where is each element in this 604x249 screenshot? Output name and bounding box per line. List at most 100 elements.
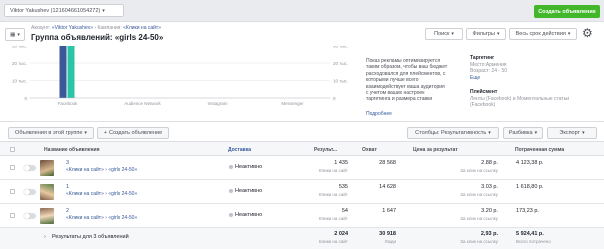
x-tick-label: Messenger <box>281 101 304 106</box>
ad-parent-path[interactable]: «Клики на сайт» › «girls 24-50» <box>66 215 137 221</box>
header-results[interactable]: Результ... <box>314 147 337 153</box>
description-line: таким образом, чтобы ваш бюджет <box>366 64 448 71</box>
row-results-sub: Клики на сайт <box>318 216 348 221</box>
row-toggle[interactable] <box>24 213 36 219</box>
ad-name[interactable]: 1 <box>66 184 69 190</box>
summary-label: Результаты для 3 объявлений <box>52 234 129 240</box>
breadcrumb-account-prefix: Аккаунт: <box>31 25 51 31</box>
chevron-down-icon: ▾ <box>488 130 491 136</box>
export-dropdown[interactable]: Экспорт ▾ <box>547 127 597 139</box>
row-delivery: Неактивно <box>229 188 262 194</box>
row-results: 1 435 <box>334 160 348 166</box>
row-cost: 3.20 р. <box>481 208 498 214</box>
y-tick-label: 0 <box>24 96 27 101</box>
row-spent: 173,23 р. <box>516 208 539 214</box>
y-tick-label: 20 тыс. <box>12 61 27 66</box>
row-toggle[interactable] <box>24 165 36 171</box>
status-dot <box>229 188 233 193</box>
row-campaign: «Клики на сайт» <box>66 167 104 173</box>
create-ad-table-button[interactable]: + Создать объявление <box>97 127 169 139</box>
breadcrumb-campaign-prefix: Кампания: <box>97 25 122 31</box>
ad-thumbnail <box>40 184 54 200</box>
row-checkbox[interactable] <box>10 213 15 218</box>
bar <box>67 46 75 98</box>
chevron-down-icon: ▾ <box>451 31 454 37</box>
header-delivery[interactable]: Доставка <box>228 147 251 153</box>
row-checkbox[interactable] <box>10 189 15 194</box>
row-cost-sub: За клик на ссылку <box>460 168 498 173</box>
search-button-label: Поиск <box>434 31 450 37</box>
account-selector[interactable]: Viktor Yakushev (121604661054272) ▾ <box>4 4 124 17</box>
chevron-down-icon: ▾ <box>567 31 571 37</box>
chevron-down-icon: ▾ <box>84 130 87 136</box>
y-tick-label: 10 тыс. <box>12 78 27 83</box>
header-spent[interactable]: Потраченная сумма <box>515 147 564 153</box>
placement-chart: 30 тыс. 30 тыс. 20 тыс. 20 тыс. 10 тыс. 10 ты… <box>0 46 360 122</box>
placements-line: (Facebook) <box>470 102 496 108</box>
export-label: Экспорт <box>559 130 581 136</box>
ad-name[interactable]: 2 <box>66 208 69 214</box>
summary-results: 2 024 <box>334 231 348 237</box>
plus-icon: + <box>103 130 108 136</box>
expand-chevron-icon[interactable]: › <box>44 234 46 240</box>
summary-cost: 2,93 р. <box>480 231 498 237</box>
chevron-down-icon: ▾ <box>534 130 538 136</box>
date-range-label: Весь срок действия <box>515 31 566 37</box>
row-spent: 4 123,38 р. <box>516 160 544 166</box>
row-results: 535 <box>338 184 348 190</box>
status-dot <box>229 164 233 169</box>
row-toggle[interactable] <box>24 189 36 195</box>
more-link[interactable]: Подробнее <box>366 111 392 117</box>
table-row[interactable]: 1 «Клики на сайт» › «girls 24-50» Неакти… <box>0 180 604 204</box>
chevron-down-icon: ▾ <box>582 130 585 136</box>
x-tick-label: Audience Network <box>124 101 161 106</box>
summary-results-sub: Клики на сайт <box>318 239 348 244</box>
chevron-down-icon: ▾ <box>102 7 105 14</box>
row-delivery-text: Неактивно <box>235 188 263 194</box>
create-ad-button-label: Создать объявление <box>538 8 596 15</box>
row-group: «girls 24-50» <box>108 167 138 173</box>
x-tick-label: Instagram <box>207 101 227 106</box>
summary-row: › Результаты для 3 объявлений 2 024 Клик… <box>0 228 604 249</box>
header-cost[interactable]: Цена за результат <box>413 147 458 153</box>
breadcrumb-account-link[interactable]: «Viktor Yakushev» <box>52 25 93 31</box>
row-group: «girls 24-50» <box>108 191 138 197</box>
filters-button-label: Фильтры <box>472 31 495 37</box>
x-tick-label: Facebook <box>58 101 79 106</box>
row-delivery: Неактивно <box>229 212 262 218</box>
targeting-more-link[interactable]: Еще <box>470 75 600 82</box>
ad-name[interactable]: 3 <box>66 160 69 166</box>
row-checkbox[interactable] <box>10 165 15 170</box>
filters-button[interactable]: Фильтры ▾ <box>466 28 506 40</box>
row-reach: 14 628 <box>379 184 396 190</box>
table-row[interactable]: 2 «Клики на сайт» › «girls 24-50» Неакти… <box>0 204 604 228</box>
ads-in-group-dropdown[interactable]: Объявления в этой группе ▾ <box>8 127 94 139</box>
y-tick-label: 30 тыс. <box>12 46 27 48</box>
date-range-button[interactable]: Весь срок действия ▾ <box>509 28 577 40</box>
columns-dropdown[interactable]: Столбцы: Результативность ▾ <box>407 127 499 139</box>
breadcrumb: Аккаунт: «Viktor Yakushev» › Кампания: «… <box>31 25 161 31</box>
table-row[interactable]: 3 «Клики на сайт» › «girls 24-50» Неакти… <box>0 156 604 180</box>
ad-thumbnail <box>40 160 54 176</box>
view-toggle-button[interactable]: ▦ ▾ <box>5 28 25 41</box>
create-ad-button[interactable]: Создать объявление <box>534 5 600 18</box>
grid-icon: ▦ <box>10 31 16 38</box>
bar <box>59 46 67 98</box>
search-button[interactable]: Поиск ▾ <box>425 28 463 40</box>
header-name[interactable]: Название объявления <box>44 147 100 153</box>
status-dot <box>229 212 233 217</box>
y-tick-label-right: 20 тыс. <box>333 61 348 66</box>
breadcrumb-campaign-link[interactable]: «Клики на сайт» <box>123 25 161 31</box>
breakdown-dropdown[interactable]: Разбивка ▾ <box>503 127 543 139</box>
create-ad-table-label: Создать объявление <box>109 130 163 136</box>
row-reach: 1 647 <box>382 208 396 214</box>
select-all-checkbox[interactable] <box>10 147 15 152</box>
y-tick-label-right: 0 <box>333 96 336 101</box>
gear-icon[interactable]: ⚙ <box>582 26 593 40</box>
header-reach[interactable]: Охват <box>362 147 377 153</box>
breakdown-label: Разбивка <box>508 130 533 136</box>
ad-thumbnail <box>40 208 54 224</box>
ad-parent-path[interactable]: «Клики на сайт» › «girls 24-50» <box>66 167 137 173</box>
y-tick-label-right: 10 тыс. <box>333 78 348 83</box>
ad-parent-path[interactable]: «Клики на сайт» › «girls 24-50» <box>66 191 137 197</box>
